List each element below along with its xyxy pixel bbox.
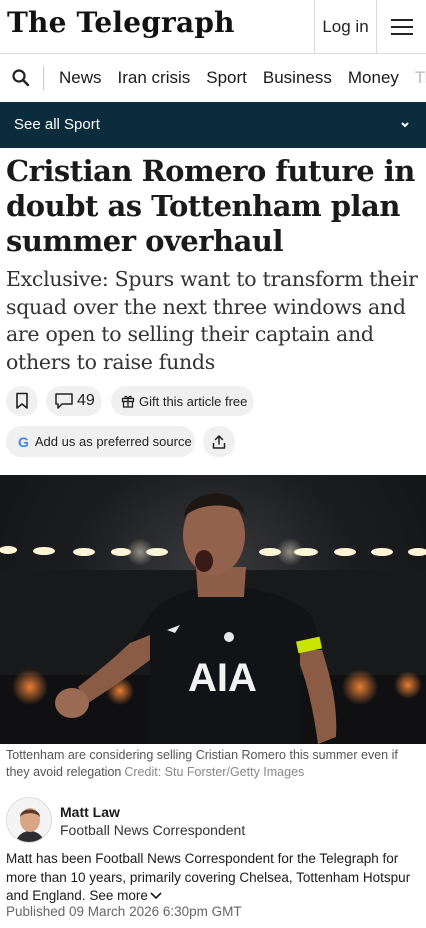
author-name[interactable]: Matt Law [60, 804, 120, 820]
search-icon[interactable] [11, 68, 31, 88]
gift-icon [121, 395, 135, 408]
primary-nav: News Iran crisis Sport Business Money Ti [0, 54, 426, 102]
menu-button[interactable] [376, 0, 426, 53]
romero-celebration-photo: AIA [0, 493, 426, 744]
nav-divider [43, 66, 44, 90]
preferred-source-button[interactable]: G Add us as preferred source [6, 426, 195, 457]
comment-icon [55, 393, 73, 409]
author-bio-text: Matt has been Football News Corresponden… [6, 851, 411, 903]
gift-article-button[interactable]: Gift this article free [111, 386, 254, 416]
section-dropdown-label: See all Sport [14, 116, 100, 133]
photo-credit: Credit: Stu Forster/Getty Images [124, 764, 305, 779]
see-more-button[interactable]: See more [89, 887, 164, 906]
google-icon: G [18, 433, 29, 450]
nav-item-news[interactable]: News [59, 68, 102, 88]
article-photo[interactable]: AIA [0, 475, 426, 744]
comment-count: 49 [77, 392, 95, 409]
author-portrait [7, 798, 51, 842]
share-button[interactable] [203, 426, 235, 457]
bookmark-button[interactable] [6, 386, 38, 416]
site-logo[interactable]: The Telegraph [7, 6, 235, 39]
article-headline: Cristian Romero future in doubt as Totte… [6, 154, 415, 258]
see-more-label: See more [89, 888, 148, 903]
nav-item-truncated[interactable]: Ti [415, 68, 426, 88]
jersey-sponsor-text: AIA [188, 656, 257, 700]
section-dropdown[interactable]: See all Sport [0, 102, 426, 148]
photo-caption: Tottenham are considering selling Cristi… [6, 747, 420, 780]
author-avatar[interactable] [6, 797, 52, 843]
comments-button[interactable]: 49 [46, 386, 102, 416]
login-button[interactable]: Log in [314, 0, 376, 53]
gift-article-label: Gift this article free [139, 393, 248, 409]
nav-item-iran-crisis[interactable]: Iran crisis [118, 68, 191, 88]
nav-item-business[interactable]: Business [263, 68, 332, 88]
nav-item-money[interactable]: Money [348, 68, 399, 88]
nav-item-sport[interactable]: Sport [206, 68, 247, 88]
site-header: The Telegraph Log in [0, 0, 426, 54]
bookmark-icon [16, 392, 28, 409]
author-bio: Matt has been Football News Corresponden… [6, 850, 420, 906]
preferred-source-label: Add us as preferred source [34, 434, 192, 449]
chevron-down-icon [401, 122, 409, 128]
published-date: Published 09 March 2026 6:30pm GMT [6, 904, 242, 919]
hamburger-menu-icon [390, 18, 413, 35]
author-role: Football News Correspondent [60, 822, 246, 838]
share-icon [212, 434, 226, 449]
article-standfirst: Exclusive: Spurs want to transform their… [6, 267, 418, 374]
chevron-down-icon [150, 892, 162, 900]
